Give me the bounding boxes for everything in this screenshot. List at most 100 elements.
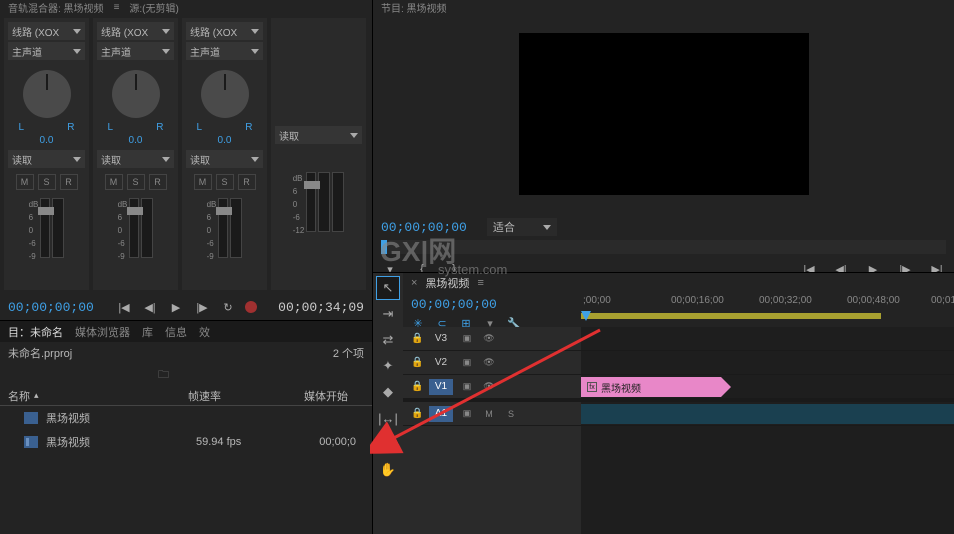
master-select[interactable]: 主声道: [8, 42, 85, 60]
automation-mode[interactable]: 读取: [97, 150, 174, 168]
tab-project[interactable]: 目：未命名: [8, 324, 63, 340]
tab-info[interactable]: 信息: [165, 324, 187, 340]
record-button[interactable]: R: [60, 174, 78, 190]
zoom-fit-select[interactable]: 适合: [487, 218, 557, 236]
mixer-panel-tabs: 音轨混合器: 黑场视频 ≡ 源:(无剪辑): [0, 0, 372, 14]
track-output-toggle[interactable]: ▣: [459, 380, 475, 394]
mute-button[interactable]: M: [16, 174, 34, 190]
slip-tool[interactable]: |↔|: [377, 407, 399, 429]
timeline-tools: ↖ ⇥ ⇄ ✦ ◆ |↔| ✎ ✋: [373, 273, 403, 534]
record-button[interactable]: [245, 301, 257, 313]
mute-toggle[interactable]: M: [481, 407, 497, 421]
clip-icon: [24, 412, 38, 424]
rate-stretch-tool[interactable]: ✦: [377, 355, 399, 377]
automation-mode[interactable]: 读取: [275, 126, 362, 144]
volume-fader[interactable]: [129, 198, 139, 258]
track-output-toggle[interactable]: ▣: [459, 332, 475, 346]
monitor-tab[interactable]: 节目: 黑场视频: [381, 0, 447, 15]
track-output-toggle[interactable]: ▣: [459, 407, 475, 421]
current-timecode[interactable]: 00;00;00;00: [8, 300, 94, 315]
volume-fader[interactable]: [218, 198, 228, 258]
goto-in-button[interactable]: |◀: [115, 298, 133, 316]
track-visibility-toggle[interactable]: 👁: [481, 380, 497, 394]
track-visibility-toggle[interactable]: 👁: [481, 332, 497, 346]
clip-label: 黑场视频: [601, 380, 641, 395]
hand-tool[interactable]: ✋: [377, 459, 399, 481]
track-visibility-toggle[interactable]: 👁: [481, 356, 497, 370]
track-label[interactable]: V2: [429, 355, 453, 371]
duration-timecode: 00;00;34;09: [278, 300, 364, 315]
track-header-v3[interactable]: 🔒 V3 ▣ 👁: [403, 327, 581, 351]
route-select[interactable]: 线路 (XOX: [97, 22, 174, 40]
master-select[interactable]: 主声道: [97, 42, 174, 60]
automation-mode[interactable]: 读取: [186, 150, 263, 168]
tab-media-browser[interactable]: 媒体浏览器: [75, 324, 130, 340]
tab-menu-icon[interactable]: ≡: [114, 2, 120, 13]
track-output-toggle[interactable]: ▣: [459, 356, 475, 370]
pen-tool[interactable]: ✎: [377, 433, 399, 455]
tab-menu-icon[interactable]: ≡: [477, 277, 483, 289]
track-header-a1[interactable]: 🔒 A1 ▣ M S: [403, 402, 581, 426]
mute-button[interactable]: M: [194, 174, 212, 190]
step-forward-button[interactable]: |▶: [193, 298, 211, 316]
tab-source[interactable]: 源:(无剪辑): [129, 0, 178, 15]
pan-knob[interactable]: [112, 70, 160, 118]
track-header-v1[interactable]: 🔒 V1 ▣ 👁: [403, 375, 581, 399]
time-ruler[interactable]: ;00;00 00;00;16;00 00;00;32;00 00;00;48;…: [581, 293, 954, 311]
selection-tool[interactable]: ↖: [377, 277, 399, 299]
ripple-edit-tool[interactable]: ⇄: [377, 329, 399, 351]
tab-libraries[interactable]: 库: [142, 324, 153, 340]
track-select-tool[interactable]: ⇥: [377, 303, 399, 325]
pan-knob[interactable]: [23, 70, 71, 118]
project-panel-tabs: 目：未命名 媒体浏览器 库 信息 效: [0, 320, 372, 342]
play-button[interactable]: ▶: [167, 298, 185, 316]
automation-mode[interactable]: 读取: [8, 150, 85, 168]
route-select[interactable]: 线路 (XOX: [8, 22, 85, 40]
lock-icon[interactable]: 🔒: [411, 357, 423, 368]
db-scale: dB60-6-9: [29, 198, 39, 263]
col-header-fps[interactable]: 帧速率: [188, 388, 268, 404]
tab-effects[interactable]: 效: [199, 324, 210, 340]
close-tab-icon[interactable]: ×: [411, 277, 417, 289]
msr-buttons: M S R: [16, 174, 78, 190]
razor-tool[interactable]: ◆: [377, 381, 399, 403]
table-row[interactable]: 黑场视频 59.94 fps 00;00;0: [0, 430, 372, 454]
video-preview[interactable]: [519, 33, 809, 195]
timeline-timecode[interactable]: 00;00;00;00: [411, 297, 573, 312]
tab-audio-mixer[interactable]: 音轨混合器: 黑场视频: [8, 0, 104, 15]
pan-knob[interactable]: [201, 70, 249, 118]
mute-button[interactable]: M: [105, 174, 123, 190]
pan-value: 0.0: [40, 135, 54, 146]
timeline-audio-clip[interactable]: [581, 404, 954, 424]
timeline-clip[interactable]: fx 黑场视频: [581, 377, 721, 397]
solo-toggle[interactable]: S: [503, 407, 519, 421]
track-header-v2[interactable]: 🔒 V2 ▣ 👁: [403, 351, 581, 375]
lock-icon[interactable]: 🔒: [411, 408, 423, 419]
monitor-scrubber[interactable]: [381, 240, 946, 254]
solo-button[interactable]: S: [216, 174, 234, 190]
track-label[interactable]: A1: [429, 406, 453, 422]
volume-fader[interactable]: [40, 198, 50, 258]
record-button[interactable]: R: [149, 174, 167, 190]
item-count: 2 个项: [333, 345, 364, 361]
mixer-channel: 线路 (XOX 主声道 LR 0.0 读取 M S R dB60-6-9: [4, 18, 89, 290]
volume-fader[interactable]: [306, 172, 316, 232]
lock-icon[interactable]: 🔒: [411, 333, 423, 344]
sequence-tab[interactable]: 黑场视频: [425, 275, 469, 291]
col-header-start[interactable]: 媒体开始: [268, 388, 348, 404]
record-button[interactable]: R: [238, 174, 256, 190]
step-back-button[interactable]: ◀|: [141, 298, 159, 316]
track-label[interactable]: V1: [429, 379, 453, 395]
new-bin-icon[interactable]: 🗀: [158, 366, 169, 385]
monitor-timecode[interactable]: 00;00;00;00: [381, 220, 467, 235]
table-row[interactable]: 黑场视频: [0, 406, 372, 430]
route-select[interactable]: 线路 (XOX: [186, 22, 263, 40]
track-label[interactable]: V3: [429, 331, 453, 347]
master-select[interactable]: 主声道: [186, 42, 263, 60]
col-header-name[interactable]: 名称▴: [8, 388, 188, 404]
loop-button[interactable]: ↻: [219, 298, 237, 316]
lock-icon[interactable]: 🔒: [411, 381, 423, 392]
solo-button[interactable]: S: [38, 174, 56, 190]
work-area-bar[interactable]: [581, 311, 954, 325]
solo-button[interactable]: S: [127, 174, 145, 190]
